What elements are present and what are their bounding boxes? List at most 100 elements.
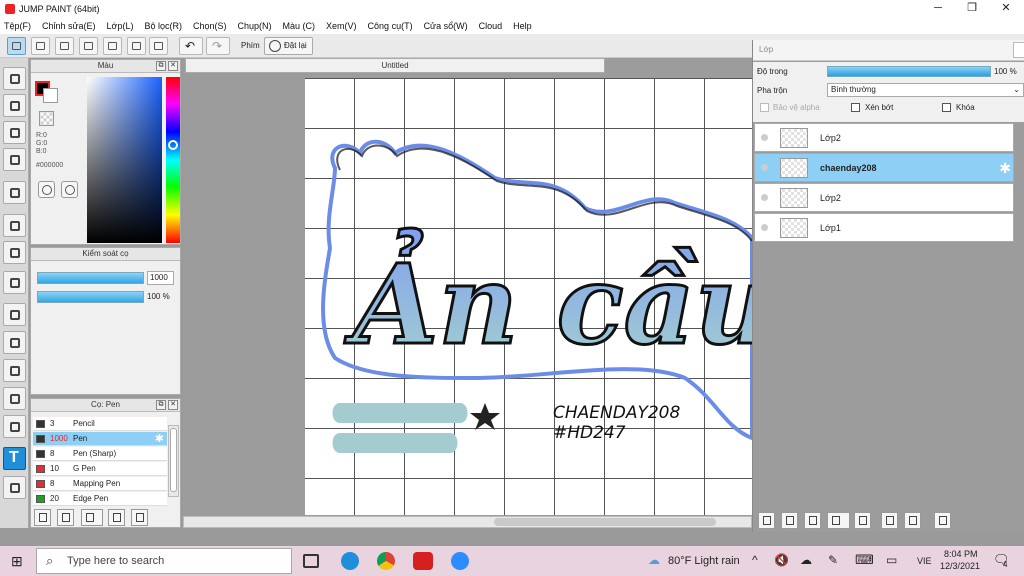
comment-icon[interactable]	[79, 37, 98, 55]
palette-add-icon[interactable]	[61, 181, 78, 198]
new-layer-1bit-icon[interactable]	[804, 512, 821, 529]
magic-wand-tool-icon[interactable]	[3, 359, 26, 382]
menu-edit[interactable]: Chỉnh sửa(E)	[42, 21, 96, 31]
visibility-icon[interactable]	[761, 164, 768, 171]
minimize-button[interactable]: ─	[921, 0, 955, 17]
brush-opacity-slider[interactable]	[37, 291, 144, 303]
add-layer-menu-icon[interactable]	[827, 512, 850, 529]
network-icon[interactable]: ▭	[886, 553, 897, 567]
fill-rect-tool-icon[interactable]	[3, 214, 26, 237]
menu-file[interactable]: Tệp(F)	[4, 21, 31, 31]
brush-size-slider[interactable]	[37, 272, 144, 284]
brush-item[interactable]: 3 Pencil	[33, 417, 167, 431]
close-icon[interactable]: ✕	[168, 400, 178, 410]
menu-view[interactable]: Xem(V)	[326, 21, 357, 31]
clock-date[interactable]: 12/3/2021	[940, 561, 980, 571]
protect-alpha-checkbox[interactable]	[760, 103, 769, 112]
lock-checkbox[interactable]	[942, 103, 951, 112]
cloud-icon[interactable]	[34, 509, 51, 526]
layer-item[interactable]: Lớp2	[754, 183, 1014, 212]
background-color-swatch[interactable]	[43, 88, 58, 103]
redo-icon[interactable]: ↷	[206, 37, 230, 55]
layer-item[interactable]: Lớp2	[754, 123, 1014, 152]
float-icon[interactable]: ⧉	[156, 400, 166, 410]
saturation-value-picker[interactable]	[87, 77, 162, 243]
export-icon[interactable]	[31, 37, 50, 55]
close-icon[interactable]	[1013, 42, 1024, 58]
move-tool-icon[interactable]	[3, 181, 26, 204]
merge-layer-icon[interactable]	[904, 512, 921, 529]
line-tool-icon[interactable]	[3, 148, 26, 171]
visibility-icon[interactable]	[761, 224, 768, 231]
zoom-icon[interactable]	[451, 552, 469, 570]
visibility-icon[interactable]	[761, 134, 768, 141]
close-icon[interactable]: ✕	[168, 61, 178, 71]
text-tool-icon[interactable]: T	[3, 447, 26, 470]
new-layer-8bit-icon[interactable]	[781, 512, 798, 529]
brush-tool-icon[interactable]	[3, 67, 26, 90]
gear-icon[interactable]: ✱	[999, 160, 1011, 177]
hue-selector-handle[interactable]	[168, 140, 178, 150]
reset-button[interactable]: Đặt lại	[264, 37, 313, 55]
brush-menu-icon[interactable]	[81, 509, 103, 526]
new-brush-icon[interactable]	[57, 509, 74, 526]
document-tab[interactable]: Untitled	[185, 58, 605, 73]
speech-bubble-icon[interactable]	[55, 37, 74, 55]
keyboard-icon[interactable]: ⌨	[855, 552, 874, 568]
menu-tools[interactable]: Công cụ(T)	[368, 21, 413, 31]
hue-slider[interactable]	[166, 77, 180, 243]
layer-item[interactable]: Lớp1	[754, 213, 1014, 242]
brush-size-value[interactable]: 1000	[147, 271, 174, 285]
menu-layer[interactable]: Lớp(L)	[107, 21, 134, 31]
volume-muted-icon[interactable]: 🔇	[774, 553, 789, 567]
chrome-icon[interactable]	[377, 552, 395, 570]
blend-mode-select[interactable]: Bình thường ⌄	[827, 83, 1024, 97]
brush-item[interactable]: 8 Pen (Sharp)	[33, 447, 167, 461]
brush-item[interactable]: 8 Mapping Pen	[33, 477, 167, 491]
brush-item[interactable]: 10 G Pen	[33, 462, 167, 476]
eyedropper-tool-icon[interactable]	[3, 476, 26, 499]
gradient-tool-icon[interactable]	[3, 271, 26, 294]
eraser-tool-icon[interactable]	[3, 94, 26, 117]
page-icon[interactable]	[103, 37, 122, 55]
menu-select[interactable]: Chọn(S)	[193, 21, 227, 31]
jump-paint-taskbar-icon[interactable]	[413, 552, 433, 570]
menu-help[interactable]: Help	[513, 21, 532, 31]
grid-icon[interactable]	[149, 37, 168, 55]
clipping-checkbox[interactable]	[851, 103, 860, 112]
language-indicator[interactable]: VIE	[917, 556, 932, 566]
onedrive-icon[interactable]: ☁	[800, 553, 812, 567]
transparent-swatch[interactable]	[39, 111, 54, 126]
brush-settings-icon[interactable]	[108, 509, 125, 526]
undo-icon[interactable]: ↶	[179, 37, 203, 55]
menu-color[interactable]: Màu (C)	[283, 21, 316, 31]
menu-window[interactable]: Cửa sổ(W)	[424, 21, 468, 31]
edge-browser-icon[interactable]	[341, 552, 359, 570]
menu-capture[interactable]: Chụp(N)	[238, 21, 272, 31]
float-icon[interactable]: ⧉	[156, 61, 166, 71]
layer-item-selected[interactable]: chaenday208 ✱	[754, 153, 1014, 182]
select-rect-tool-icon[interactable]	[3, 303, 26, 326]
pen-icon[interactable]: ✎	[828, 553, 838, 567]
rectangle-tool-icon[interactable]	[3, 121, 26, 144]
folder-icon[interactable]	[131, 509, 148, 526]
maximize-button[interactable]: ❐	[955, 0, 989, 17]
horizontal-scrollbar[interactable]	[183, 516, 752, 528]
windows-start-icon[interactable]: ⊞	[11, 553, 23, 570]
menu-filter[interactable]: Bộ lọc(R)	[144, 21, 182, 31]
lasso-tool-icon[interactable]	[3, 331, 26, 354]
layer-opacity-slider[interactable]	[827, 66, 991, 77]
chevron-up-icon[interactable]: ^	[752, 553, 758, 567]
clock-time[interactable]: 8:04 PM	[944, 549, 978, 559]
new-layer-icon[interactable]	[758, 512, 775, 529]
bucket-tool-icon[interactable]	[3, 241, 26, 264]
palette-icon[interactable]	[38, 181, 55, 198]
check-icon[interactable]	[7, 37, 26, 55]
brush-item[interactable]: 20 Edge Pen	[33, 492, 167, 506]
gear-icon[interactable]: ✱	[155, 432, 164, 446]
brush-list-scrollbar[interactable]	[168, 425, 179, 497]
select-eraser-tool-icon[interactable]	[3, 415, 26, 438]
brush-item-selected[interactable]: 1000 Pen ✱	[33, 432, 167, 446]
folder-icon[interactable]	[854, 512, 871, 529]
menu-cloud[interactable]: Cloud	[479, 21, 503, 31]
